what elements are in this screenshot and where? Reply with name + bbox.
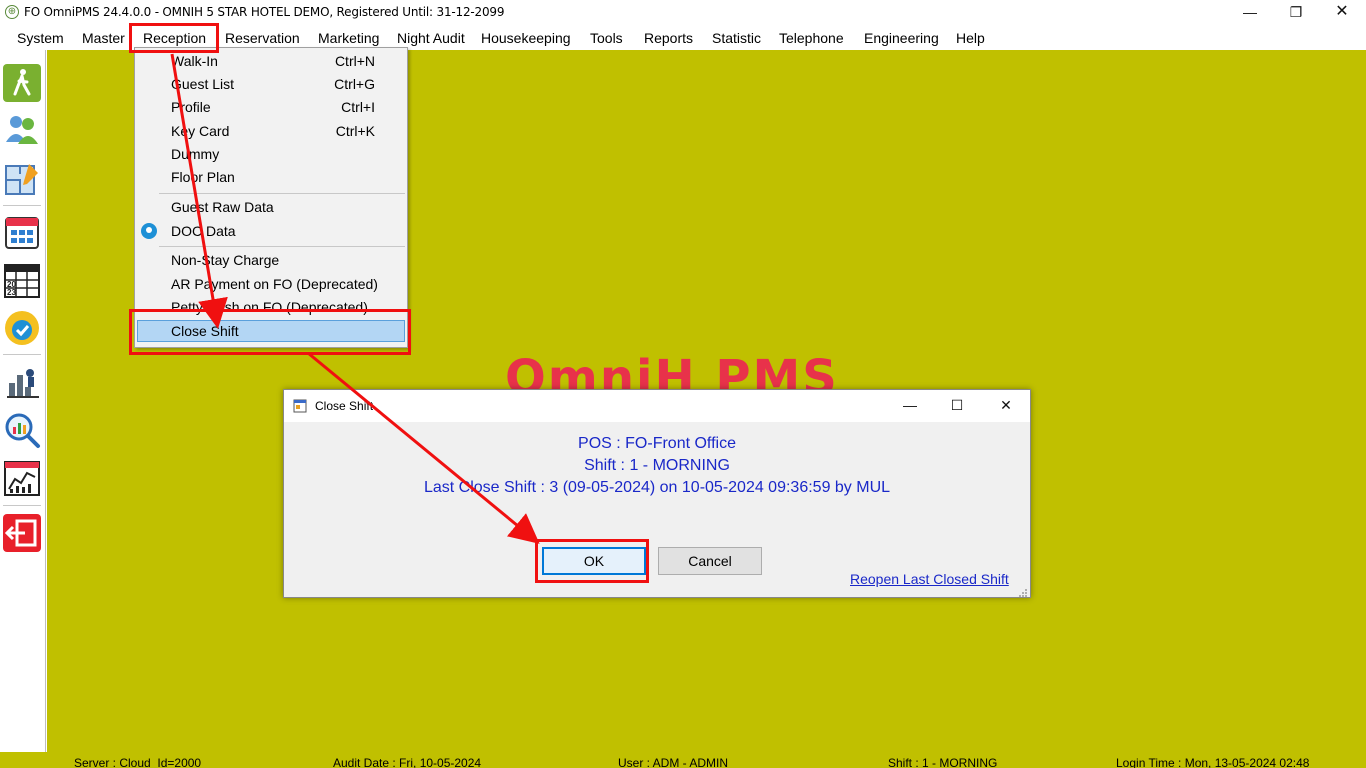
dialog-shift-text: Shift : 1 - MORNING (584, 457, 730, 474)
menu-master[interactable]: Master (82, 30, 125, 46)
menu-engineering[interactable]: Engineering (864, 30, 939, 46)
menu-item-key-card[interactable]: Key Card Ctrl+K (137, 120, 405, 142)
dialog-maximize-button[interactable]: ☐ (934, 394, 980, 418)
menu-item-doc-data[interactable]: DOC Data (137, 220, 405, 242)
dialog-close-button[interactable]: ✕ (983, 394, 1029, 418)
cancel-button[interactable]: Cancel (658, 547, 762, 575)
menu-statistic[interactable]: Statistic (712, 30, 761, 46)
status-user: User : ADM - ADMIN (618, 756, 729, 768)
status-shift: Shift : 1 - MORNING (888, 756, 998, 768)
guest-list-icon[interactable] (3, 110, 41, 148)
status-server: Server : Cloud_Id=2000 (74, 756, 202, 768)
dialog-title: Close Shift (315, 399, 374, 413)
dialog-minimize-button[interactable]: — (887, 394, 933, 418)
location-pin-icon (141, 223, 157, 239)
available-check-icon[interactable] (3, 309, 41, 347)
menu-housekeeping[interactable]: Housekeeping (481, 30, 571, 46)
statistic-search-icon[interactable] (3, 411, 41, 449)
menu-item-dummy[interactable]: Dummy (137, 143, 405, 165)
close-shift-dialog: Close Shift — ☐ ✕ POS : FO-Front Office … (283, 389, 1031, 598)
status-audit-date: Audit Date : Fri, 10-05-2024 (333, 756, 482, 768)
menu-item-profile[interactable]: Profile Ctrl+I (137, 96, 405, 118)
menu-item-ar-payment[interactable]: AR Payment on FO (Deprecated) (137, 273, 405, 295)
floor-plan-icon[interactable] (3, 160, 41, 198)
dialog-title-bar: Close Shift — ☐ ✕ (284, 390, 1030, 422)
calendar-grid-icon[interactable] (3, 213, 41, 251)
exit-icon[interactable] (3, 514, 41, 552)
dialog-pos-text: POS : FO-Front Office (578, 435, 736, 452)
menu-reservation[interactable]: Reservation (225, 30, 300, 46)
menu-system[interactable]: System (17, 30, 64, 46)
left-toolbar: 20 23 (0, 50, 46, 752)
menu-tools[interactable]: Tools (590, 30, 623, 46)
status-bar: Server : Cloud_Id=2000 Audit Date : Fri,… (0, 752, 1366, 768)
menu-item-guest-raw-data[interactable]: Guest Raw Data (137, 196, 405, 218)
status-login-time: Login Time : Mon, 13-05-2024 02:48 (1116, 756, 1310, 768)
annotation-box-close-shift (129, 309, 411, 355)
resize-grip-icon[interactable] (1018, 585, 1028, 597)
menu-reports[interactable]: Reports (644, 30, 693, 46)
svg-text:23: 23 (7, 288, 16, 297)
reception-dropdown: Walk-In Ctrl+N Guest List Ctrl+G Profile… (134, 47, 408, 348)
menu-marketing[interactable]: Marketing (318, 30, 379, 46)
annotation-box-ok (535, 539, 649, 583)
app-icon: ⊕ (5, 5, 19, 19)
menu-item-non-stay-charge[interactable]: Non-Stay Charge (137, 249, 405, 271)
menu-help[interactable]: Help (956, 30, 985, 46)
menu-night-audit[interactable]: Night Audit (397, 30, 465, 46)
menu-telephone[interactable]: Telephone (779, 30, 844, 46)
menu-item-floor-plan[interactable]: Floor Plan (137, 166, 405, 188)
minimize-button[interactable]: — (1227, 0, 1273, 26)
menu-item-guest-list[interactable]: Guest List Ctrl+G (137, 73, 405, 95)
dialog-last-close-text: Last Close Shift : 3 (09-05-2024) on 10-… (423, 479, 891, 496)
menu-item-walk-in[interactable]: Walk-In Ctrl+N (137, 50, 405, 72)
report-chart-icon[interactable] (3, 459, 41, 497)
close-button[interactable]: ✕ (1319, 0, 1365, 26)
restore-button[interactable]: ❐ (1273, 0, 1319, 26)
window-title: FO OmniPMS 24.4.0.0 - OMNIH 5 STAR HOTEL… (24, 5, 505, 19)
calendar-2023-icon[interactable]: 20 23 (3, 261, 41, 299)
dialog-app-icon (293, 399, 307, 413)
reopen-last-closed-shift-link[interactable]: Reopen Last Closed Shift (850, 571, 1009, 587)
annotation-box-reception (129, 23, 219, 53)
housekeeping-icon[interactable] (3, 363, 41, 401)
walk-in-icon[interactable] (3, 64, 41, 102)
